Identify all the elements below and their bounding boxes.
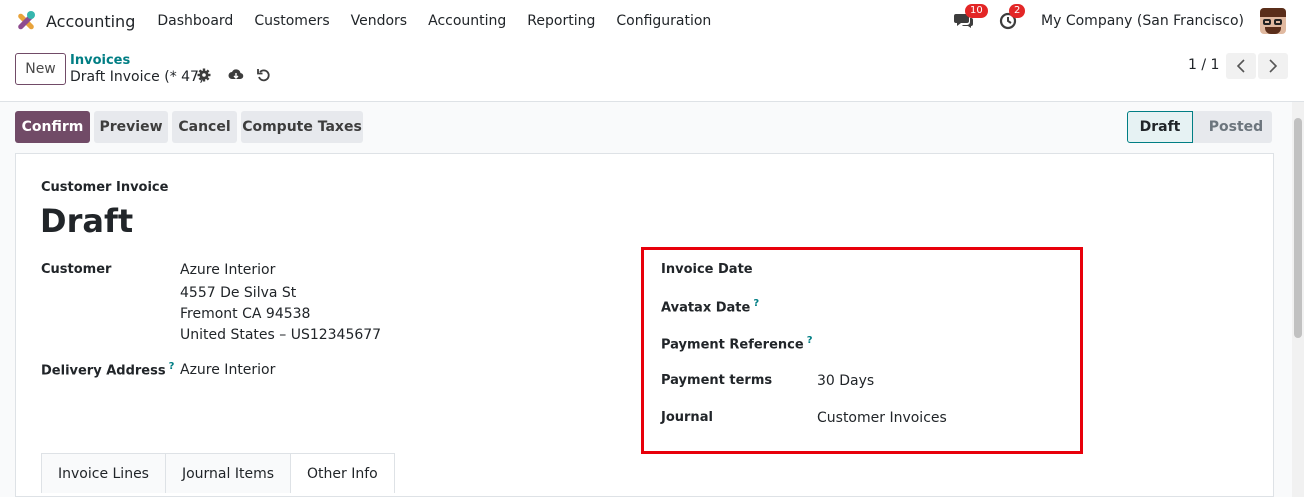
- move-type-label: Customer Invoice: [41, 180, 169, 195]
- customer-label: Customer: [41, 262, 112, 277]
- form-sheet: Customer Invoice Draft Customer Azure In…: [15, 153, 1274, 497]
- messages-badge: 10: [965, 4, 988, 18]
- form-content: Confirm Preview Cancel Compute Taxes Dra…: [0, 102, 1304, 497]
- activities-button[interactable]: 2: [997, 4, 1026, 32]
- customer-name[interactable]: Azure Interior: [180, 262, 275, 278]
- pager-value[interactable]: 1 / 1: [1188, 57, 1219, 73]
- status-bar: Draft Posted: [1127, 111, 1272, 143]
- tab-invoice-lines[interactable]: Invoice Lines: [41, 453, 166, 493]
- preview-button[interactable]: Preview: [94, 111, 168, 143]
- chevron-right-icon: [1269, 59, 1278, 73]
- odoo-app-icon: [14, 10, 36, 32]
- menu-vendors[interactable]: Vendors: [351, 13, 407, 29]
- tab-other-info[interactable]: Other Info: [291, 453, 395, 493]
- scrollbar-thumb[interactable]: [1294, 118, 1302, 338]
- menu-accounting[interactable]: Accounting: [428, 13, 506, 29]
- menu-reporting[interactable]: Reporting: [527, 13, 595, 29]
- record-title: Draft Invoice (* 47): [70, 69, 205, 85]
- customer-street: 4557 De Silva St: [180, 285, 297, 301]
- menu-dashboard[interactable]: Dashboard: [157, 13, 233, 29]
- menu-customers[interactable]: Customers: [254, 13, 329, 29]
- status-posted[interactable]: Posted: [1192, 111, 1272, 143]
- messages-button[interactable]: 10: [953, 4, 988, 32]
- highlight-box: [641, 247, 1083, 454]
- notebook-tabs: Invoice Lines Journal Items Other Info: [41, 453, 395, 493]
- compute-taxes-button[interactable]: Compute Taxes: [241, 111, 363, 143]
- chevron-left-icon: [1236, 59, 1245, 73]
- cancel-button[interactable]: Cancel: [172, 111, 237, 143]
- discard-icon[interactable]: [257, 68, 271, 82]
- delivery-address-value[interactable]: Azure Interior: [180, 362, 275, 378]
- pager-next-button[interactable]: [1258, 53, 1288, 79]
- tab-journal-items[interactable]: Journal Items: [165, 453, 292, 493]
- user-avatar[interactable]: [1260, 8, 1286, 34]
- invoice-state-title: Draft: [40, 202, 134, 240]
- top-navbar: Accounting Dashboard Customers Vendors A…: [0, 0, 1304, 42]
- company-switcher[interactable]: My Company (San Francisco): [1041, 13, 1244, 29]
- pager-previous-button[interactable]: [1226, 53, 1256, 79]
- help-icon[interactable]: ?: [169, 361, 175, 372]
- customer-city: Fremont CA 94538: [180, 306, 311, 322]
- activities-badge: 2: [1009, 4, 1026, 18]
- menu-configuration[interactable]: Configuration: [616, 13, 711, 29]
- cloud-save-icon[interactable]: [228, 68, 244, 82]
- confirm-button[interactable]: Confirm: [15, 111, 90, 143]
- breadcrumb-invoices[interactable]: Invoices: [70, 53, 130, 68]
- new-button[interactable]: New: [15, 53, 66, 85]
- customer-country: United States – US12345677: [180, 327, 382, 343]
- app-name[interactable]: Accounting: [46, 12, 135, 31]
- status-draft[interactable]: Draft: [1127, 111, 1193, 143]
- gear-icon[interactable]: [197, 68, 211, 82]
- delivery-address-label: Delivery Address?: [41, 361, 175, 379]
- control-panel: New Invoices Draft Invoice (* 47) 1 / 1: [0, 42, 1304, 102]
- app-brand[interactable]: Accounting: [14, 10, 157, 32]
